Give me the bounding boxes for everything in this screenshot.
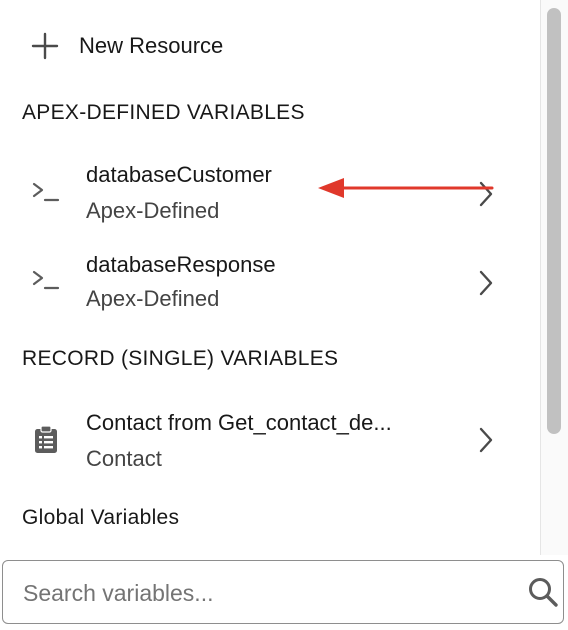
variable-type: Contact (86, 446, 162, 471)
resource-picker-panel: New Resource APEX-DEFINED VARIABLES data… (0, 0, 568, 630)
search-input[interactable] (21, 571, 505, 615)
variable-type: Apex-Defined (86, 286, 220, 311)
chevron-right-icon[interactable] (476, 268, 496, 298)
apex-variable-icon (32, 182, 60, 202)
section-header-record-single: RECORD (SINGLE) VARIABLES (22, 347, 339, 370)
variable-name: Contact from Get_contact_de... (86, 410, 392, 435)
chevron-right-icon[interactable] (476, 179, 496, 209)
variable-item-contact[interactable]: Contact from Get_contact_de... Contact (0, 398, 540, 478)
search-icon[interactable] (527, 576, 559, 608)
resource-list: New Resource APEX-DEFINED VARIABLES data… (0, 0, 540, 555)
chevron-right-icon[interactable] (476, 425, 496, 455)
record-icon (35, 425, 57, 453)
new-resource-button[interactable]: New Resource (30, 26, 223, 66)
section-header-apex-defined: APEX-DEFINED VARIABLES (22, 101, 305, 124)
new-resource-label: New Resource (79, 33, 224, 58)
section-header-global-variables[interactable]: Global Variables (22, 506, 179, 530)
variable-item-database-customer[interactable]: databaseCustomer Apex-Defined (0, 152, 540, 232)
scrollbar-thumb[interactable] (547, 8, 561, 434)
variable-type: Apex-Defined (86, 198, 220, 223)
search-box (2, 560, 564, 624)
plus-icon (31, 32, 59, 60)
variable-name: databaseCustomer (86, 162, 272, 187)
variable-item-database-response[interactable]: databaseResponse Apex-Defined (0, 242, 540, 322)
apex-variable-icon (32, 270, 60, 290)
variable-name: databaseResponse (86, 252, 276, 277)
